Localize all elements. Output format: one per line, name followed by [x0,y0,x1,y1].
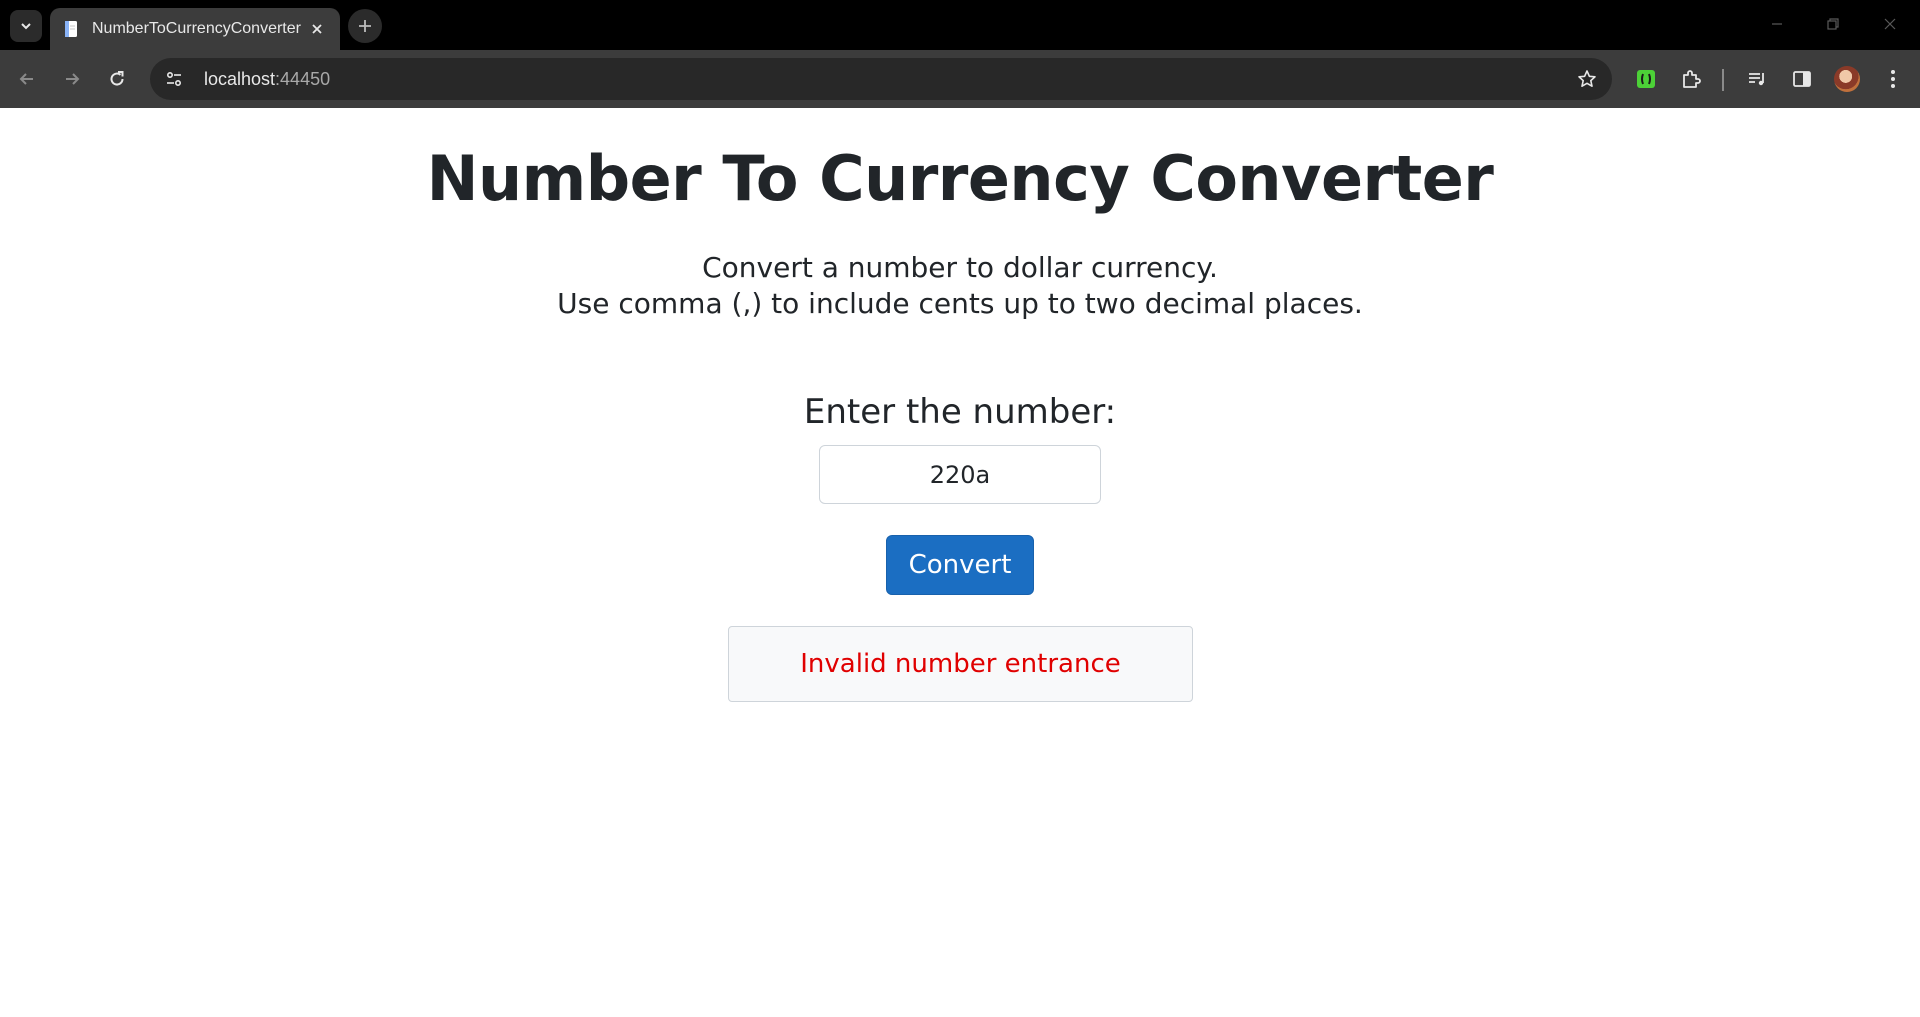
restore-button[interactable] [1805,6,1861,42]
favicon-icon [65,21,77,37]
tab-close-button[interactable] [306,18,328,40]
new-tab-button[interactable] [348,9,382,43]
browser-titlebar: NumberToCurrencyConverter [0,0,1920,50]
window-close-button[interactable] [1862,6,1918,42]
address-bar[interactable]: localhost:44450 [150,58,1612,100]
restore-icon [1827,18,1839,30]
star-icon [1578,70,1596,87]
window-close-icon [1884,18,1896,30]
media-control-icon [1749,73,1764,86]
error-message: Invalid number entrance [800,649,1121,679]
url-text: localhost:44450 [204,69,330,90]
close-icon [312,24,322,34]
minimize-button[interactable] [1749,6,1805,42]
profile-button[interactable] [1830,62,1864,96]
description-line-1: Convert a number to dollar currency. [702,251,1218,284]
bookmark-star-button[interactable] [1574,66,1600,92]
back-button[interactable] [10,62,44,96]
extension-green-icon [1637,70,1655,88]
page-title: Number To Currency Converter [426,142,1494,215]
description-line-2: Use comma (,) to include cents up to two… [557,287,1363,320]
forward-button[interactable] [55,62,89,96]
page-content: Number To Currency Converter Convert a n… [0,108,1920,1017]
result-box: Invalid number entrance [728,626,1193,702]
reload-button[interactable] [100,62,134,96]
forward-arrow-icon [66,73,80,85]
browser-menu-button[interactable] [1876,62,1910,96]
browser-tab[interactable]: NumberToCurrencyConverter [50,8,340,50]
side-panel-icon [1793,71,1811,87]
minimize-icon [1772,23,1782,25]
url-port: :44450 [275,68,331,89]
browser-toolbar: localhost:44450 [0,50,1920,108]
site-info-button[interactable] [158,63,190,95]
tab-title: NumberToCurrencyConverter [92,20,301,37]
number-input-label: Enter the number: [803,392,1117,432]
url-host: localhost [204,68,276,89]
convert-button[interactable]: Convert [886,535,1034,595]
profile-avatar [1834,66,1860,92]
extensions-button[interactable] [1674,62,1708,96]
back-arrow-icon [19,73,33,85]
toolbar-separator [1722,69,1724,91]
extension-green-button[interactable] [1629,62,1663,96]
page-description: Convert a number to dollar currency. Use… [0,250,1920,322]
plus-icon [359,20,371,32]
menu-dots-icon [1891,70,1895,88]
site-info-icon [166,71,182,87]
number-input[interactable] [819,445,1101,504]
reload-icon [110,71,124,86]
tab-search-button[interactable] [10,10,42,42]
chevron-down-icon [21,23,31,30]
extensions-puzzle-icon [1683,70,1701,88]
side-panel-button[interactable] [1785,62,1819,96]
media-control-button[interactable] [1740,62,1774,96]
